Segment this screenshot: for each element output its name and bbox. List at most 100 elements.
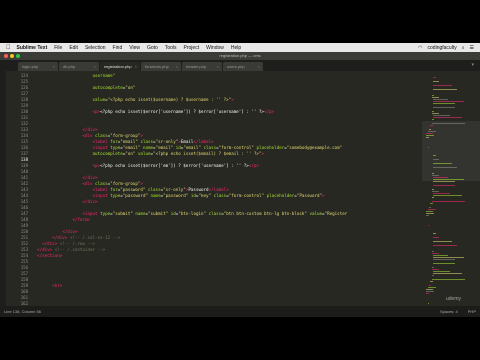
minimap-line: [427, 225, 429, 226]
code-line[interactable]: username": [32, 73, 116, 78]
code-token: <label: [32, 187, 111, 192]
minimap-line: [429, 207, 431, 208]
code-line[interactable]: autocomplete="on" value="<?php echo isse…: [32, 151, 265, 156]
code-line[interactable]: </div>: [32, 229, 77, 234]
menu-selection[interactable]: Selection: [85, 45, 106, 51]
app-name[interactable]: Sublime Text: [17, 45, 48, 51]
code-token: <div: [32, 181, 96, 186]
window-title: registration.php — cms: [219, 53, 261, 58]
user-name[interactable]: codingfaculty: [428, 45, 457, 51]
line-number: 142: [20, 181, 28, 186]
wifi-icon[interactable]: ◠: [418, 45, 422, 51]
code-line[interactable]: </section>: [32, 253, 62, 258]
code-editor[interactable]: 124 125 126 127 128 129 130 131 132 133 134 135 136 1…: [6, 71, 422, 306]
minimap-line: [431, 175, 440, 176]
tab-bar: login.php × db.php × registration.php × fun…: [0, 60, 480, 71]
code-line[interactable]: </div>: [32, 199, 97, 204]
close-tab-icon[interactable]: ×: [94, 64, 96, 69]
menu-tools[interactable]: Tools: [165, 45, 177, 51]
code-line[interactable]: <div class="form-group">: [32, 133, 143, 138]
code-token: </section>: [32, 253, 63, 258]
code-token: class: [213, 193, 227, 198]
close-tab-icon[interactable]: ×: [217, 64, 219, 69]
line-number: 148: [20, 217, 28, 222]
minimap-line: [433, 257, 465, 258]
code-line[interactable]: <label for="password" class="sr-only">Pa…: [32, 187, 229, 192]
code-token: <!-- /.row -->: [59, 241, 96, 246]
code-line[interactable]: <label for="email" class="sr-only">Email…: [32, 139, 214, 144]
zoom-window-icon[interactable]: [16, 54, 20, 58]
code-token: <hr>: [32, 283, 63, 288]
minimap-line: [431, 123, 465, 124]
code-token: <p>: [32, 109, 101, 114]
code-token: Email: [180, 139, 194, 144]
tab-registration[interactable]: registration.php ×: [100, 62, 140, 71]
minimap-line: [426, 133, 433, 134]
tab-db[interactable]: db.php ×: [59, 62, 99, 71]
search-icon[interactable]: ⌕: [462, 45, 465, 51]
code-area[interactable]: username" autocomplete="on" value="<?php…: [32, 71, 422, 306]
menu-bar:  Sublime Text File Edit Selection Find …: [0, 43, 480, 52]
code-line[interactable]: </div>: [32, 127, 97, 132]
minimap-line: [431, 189, 434, 190]
cursor-position[interactable]: Line 138, Column 56: [4, 309, 41, 314]
menu-edit[interactable]: Edit: [69, 45, 78, 51]
close-tab-icon[interactable]: ×: [176, 64, 178, 69]
tab-login[interactable]: login.php ×: [18, 62, 58, 71]
menu-project[interactable]: Project: [184, 45, 200, 51]
code-line[interactable]: <hr>: [32, 283, 62, 288]
minimap-viewport[interactable]: [422, 121, 480, 181]
code-line[interactable]: <p><?php echo isset($error['username']) …: [32, 109, 275, 114]
code-token: "submit": [112, 211, 136, 216]
code-line[interactable]: <p><?php echo isset($error['em']) ? $err…: [32, 163, 259, 168]
minimap-line: [426, 211, 433, 212]
menu-list-icon[interactable]: ☰: [470, 45, 474, 51]
code-line[interactable]: value="<?php echo isset($username) ? $us…: [32, 97, 234, 102]
indentation-setting[interactable]: Spaces: 4: [440, 309, 458, 314]
close-window-icon[interactable]: [4, 54, 8, 58]
screen:  Sublime Text File Edit Selection Find …: [0, 0, 480, 360]
code-line[interactable]: <input type="password" name="password" i…: [32, 193, 325, 198]
menu-help[interactable]: Help: [231, 45, 241, 51]
minimap-line: [431, 113, 440, 114]
minimap-line: [433, 89, 457, 90]
close-tab-icon[interactable]: ×: [135, 64, 137, 69]
minimap-line: [433, 115, 451, 116]
code-line[interactable]: </div> <!-- /.col-xs-12 -->: [32, 235, 120, 240]
code-token: <label: [32, 139, 111, 144]
menu-file[interactable]: File: [54, 45, 62, 51]
code-line[interactable]: </form>: [32, 217, 90, 222]
line-number: 147: [20, 211, 28, 216]
code-token: "email": [155, 145, 176, 150]
minimap[interactable]: [422, 71, 480, 306]
code-token: "somebody@example.com": [286, 145, 343, 150]
menu-view[interactable]: View: [129, 45, 140, 51]
code-token: <p>: [32, 163, 101, 168]
apple-icon[interactable]: : [6, 45, 11, 51]
code-line[interactable]: </div> <!-- /.container -->: [32, 247, 105, 252]
line-number: 132: [20, 121, 28, 126]
menu-find[interactable]: Find: [113, 45, 123, 51]
code-line[interactable]: autocomplete="on": [32, 85, 136, 90]
syntax-mode[interactable]: PHP: [468, 309, 476, 314]
tab-users[interactable]: users.php ×: [223, 62, 263, 71]
line-number: 141: [20, 175, 28, 180]
code-line[interactable]: <input type="submit" name="submit" id="b…: [32, 211, 347, 216]
line-number: 131: [20, 115, 28, 120]
tab-overflow-icon[interactable]: ▾: [471, 62, 474, 68]
tab-header[interactable]: header.php ×: [182, 62, 222, 71]
code-line[interactable]: <input type="email" name="email" id="ema…: [32, 145, 343, 150]
code-line[interactable]: </div>: [32, 175, 97, 180]
close-tab-icon[interactable]: ×: [258, 64, 260, 69]
close-tab-icon[interactable]: ×: [53, 64, 55, 69]
code-line[interactable]: <div class="form-group">: [32, 181, 143, 186]
minimap-line: [425, 215, 429, 216]
menu-window[interactable]: Window: [206, 45, 224, 51]
code-token: "key": [198, 193, 214, 198]
code-line[interactable]: </div> <!-- /.row -->: [32, 241, 95, 246]
menu-goto[interactable]: Goto: [147, 45, 158, 51]
tab-functions[interactable]: functions.php ×: [141, 62, 181, 71]
minimap-line: [433, 167, 457, 168]
code-token: "password": [163, 193, 191, 198]
minimize-window-icon[interactable]: [10, 54, 14, 58]
